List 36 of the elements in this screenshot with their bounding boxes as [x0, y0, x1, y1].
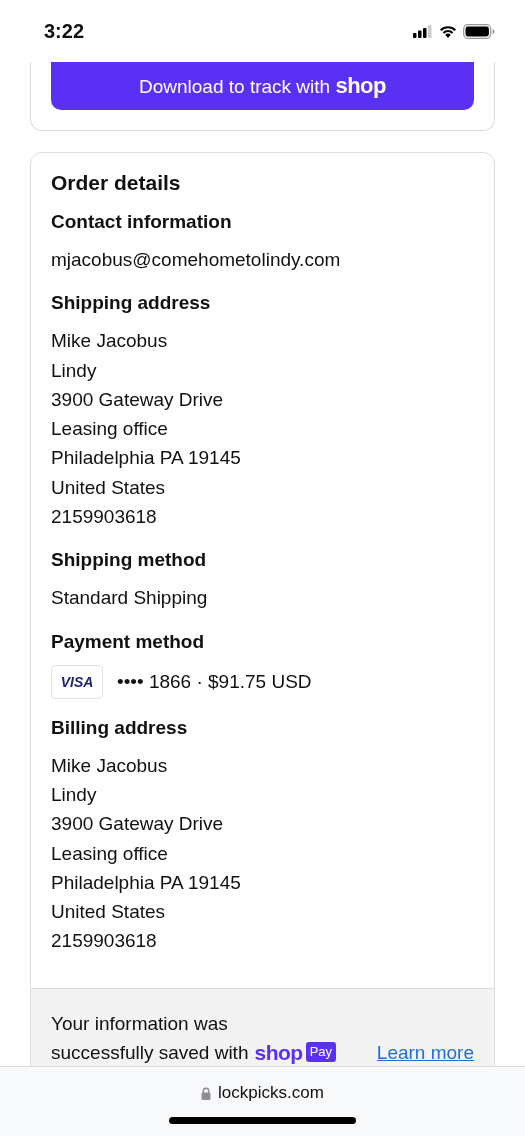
- status-time: 3:22: [44, 19, 85, 43]
- detail-line: 2159903618: [51, 505, 158, 530]
- detail-line: Philadelphia PA 19145: [51, 446, 242, 471]
- section-heading: Contact information: [51, 211, 233, 233]
- shop-logo: shop: [254, 1039, 303, 1066]
- section-heading: Payment method: [51, 630, 206, 653]
- detail-line: Mike Jacobus: [51, 753, 169, 778]
- detail-line: 2159903618: [51, 929, 158, 954]
- notice-text: successfully saved with: [51, 1040, 249, 1065]
- url-text[interactable]: lockpicks.com: [218, 1083, 324, 1103]
- detail-line: Philadelphia PA 19145: [51, 870, 242, 895]
- notice-text: Your information was: [51, 1011, 229, 1036]
- detail-line: Leasing office: [51, 417, 169, 442]
- detail-line: Lindy: [51, 358, 98, 383]
- section-heading: Billing address: [51, 716, 189, 739]
- lock-icon: [201, 1086, 212, 1100]
- card-details: •••• 1866 · $91.75 USD: [117, 670, 312, 694]
- detail-line: Mike Jacobus: [51, 329, 169, 354]
- detail-line: Lindy: [51, 782, 98, 807]
- detail-line: Leasing office: [51, 841, 169, 866]
- detail-line: 3900 Gateway Drive: [51, 812, 225, 837]
- learn-more-link[interactable]: Learn more: [376, 1037, 474, 1066]
- signal-icon: [413, 24, 433, 38]
- detail-line: mjacobus@comehometolindy.com: [51, 248, 342, 272]
- wifi-icon: [439, 24, 457, 38]
- card-title: Order details: [51, 171, 182, 195]
- section-heading: Shipping method: [51, 549, 208, 572]
- pay-badge: Pay: [305, 1042, 337, 1063]
- card-brand-logo: VISA: [51, 664, 103, 699]
- detail-line: Standard Shipping: [51, 586, 209, 611]
- section-heading: Shipping address: [51, 292, 212, 315]
- detail-line: United States: [51, 900, 167, 925]
- download-shop-button[interactable]: Download to track with shop: [51, 62, 474, 110]
- detail-line: 3900 Gateway Drive: [51, 387, 225, 412]
- battery-icon: [463, 23, 495, 39]
- detail-line: United States: [51, 475, 167, 500]
